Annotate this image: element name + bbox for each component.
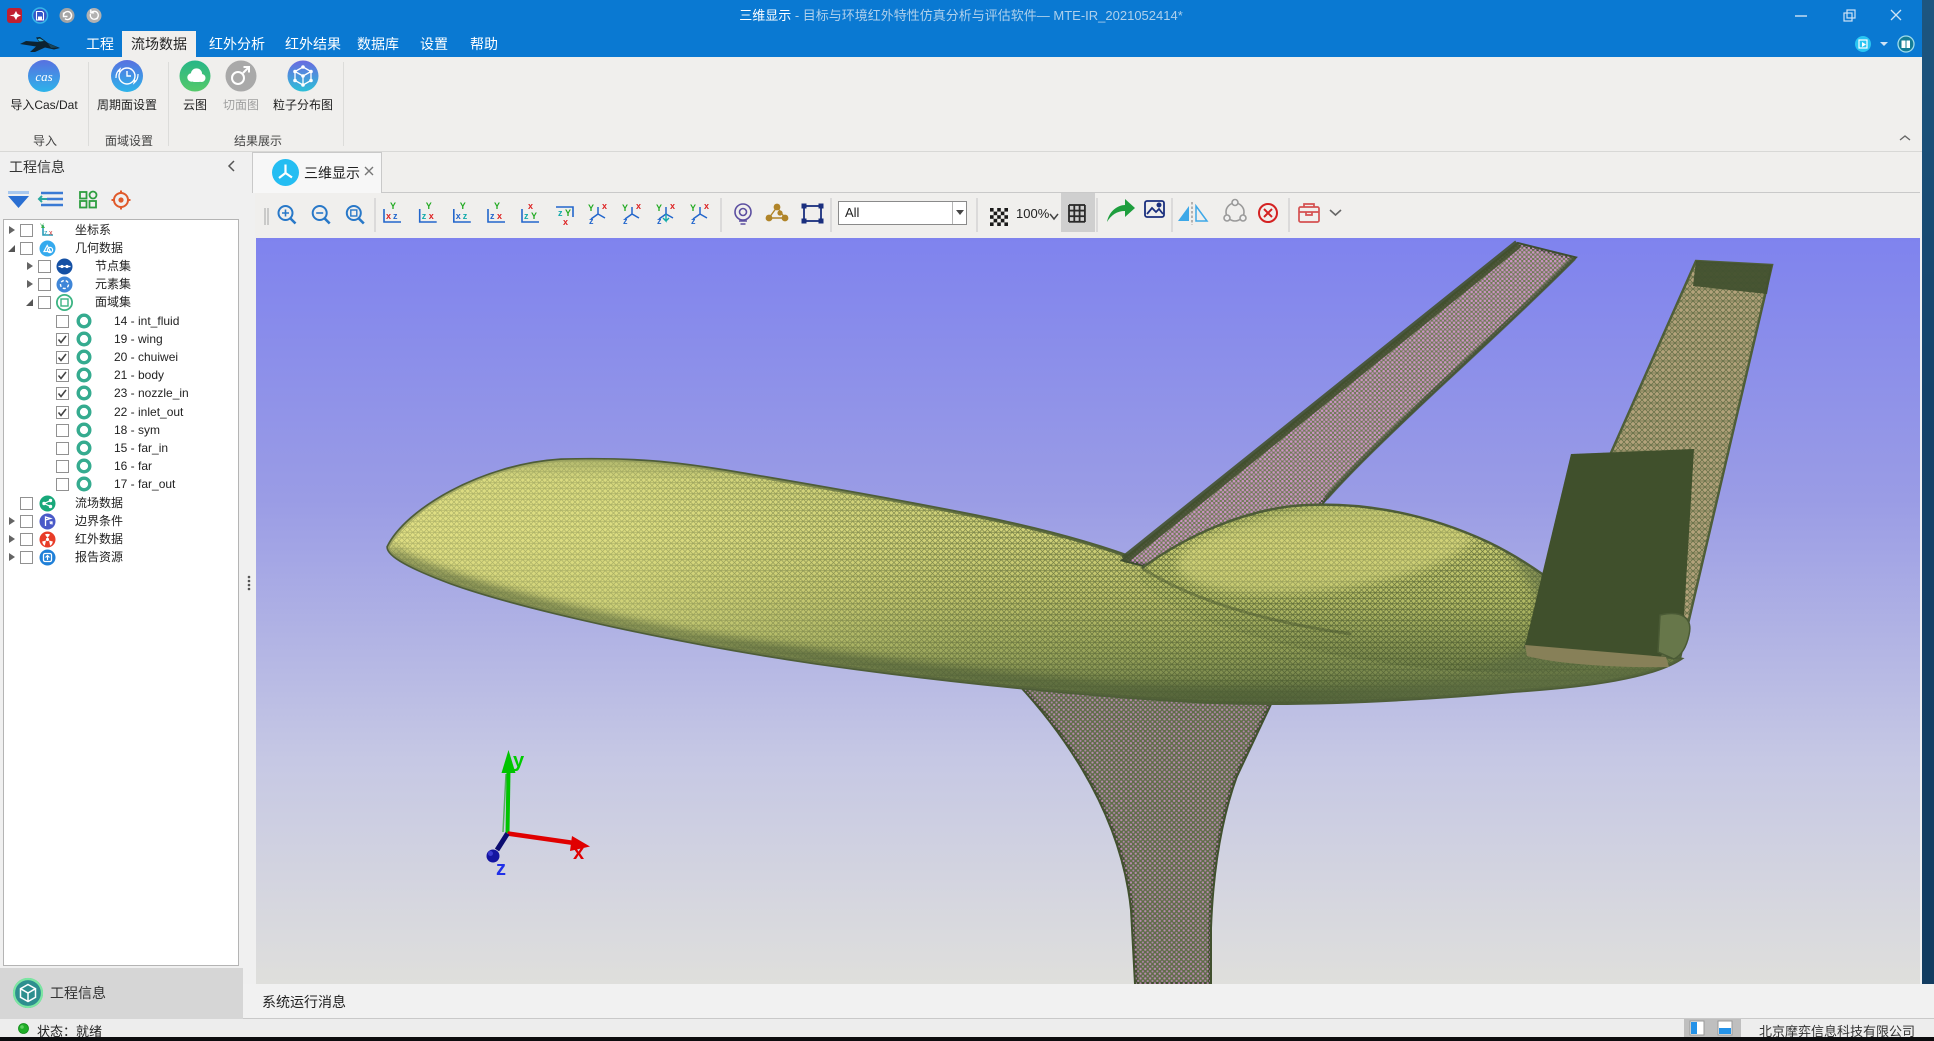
- svg-text:x: x: [636, 201, 641, 211]
- svg-text:z: z: [623, 216, 628, 226]
- svg-text:z: z: [496, 858, 506, 880]
- svg-text:z: z: [393, 211, 398, 221]
- svg-text:Y: Y: [390, 201, 396, 211]
- svg-text:x: x: [497, 211, 502, 221]
- svg-text:z: z: [691, 216, 696, 226]
- svg-text:Y: Y: [460, 201, 466, 211]
- svg-text:x: x: [563, 217, 568, 227]
- svg-text:Y: Y: [494, 201, 500, 211]
- svg-text:x: x: [704, 201, 709, 211]
- svg-text:x: x: [670, 201, 675, 211]
- svg-text:Y: Y: [531, 211, 537, 221]
- svg-text:z: z: [44, 230, 48, 237]
- svg-text:z: z: [524, 211, 529, 221]
- svg-text:x: x: [386, 211, 391, 221]
- svg-text:x: x: [602, 201, 607, 211]
- svg-text:Y: Y: [656, 203, 662, 213]
- svg-text:x: x: [456, 211, 461, 221]
- svg-text:Y: Y: [426, 201, 432, 211]
- svg-text:x: x: [573, 842, 584, 864]
- svg-text:x: x: [49, 230, 53, 237]
- svg-text:Y: Y: [690, 203, 696, 213]
- svg-text:Y: Y: [622, 203, 628, 213]
- svg-text:Y: Y: [588, 203, 594, 213]
- svg-text:x: x: [528, 201, 533, 211]
- svg-text:y: y: [513, 750, 525, 772]
- svg-text:cas: cas: [35, 69, 52, 84]
- svg-text:z: z: [657, 216, 662, 226]
- svg-text:x: x: [429, 211, 434, 221]
- svg-text:z: z: [490, 211, 495, 221]
- svg-text:z: z: [422, 211, 427, 221]
- svg-text:z: z: [463, 211, 468, 221]
- svg-text:z: z: [589, 216, 594, 226]
